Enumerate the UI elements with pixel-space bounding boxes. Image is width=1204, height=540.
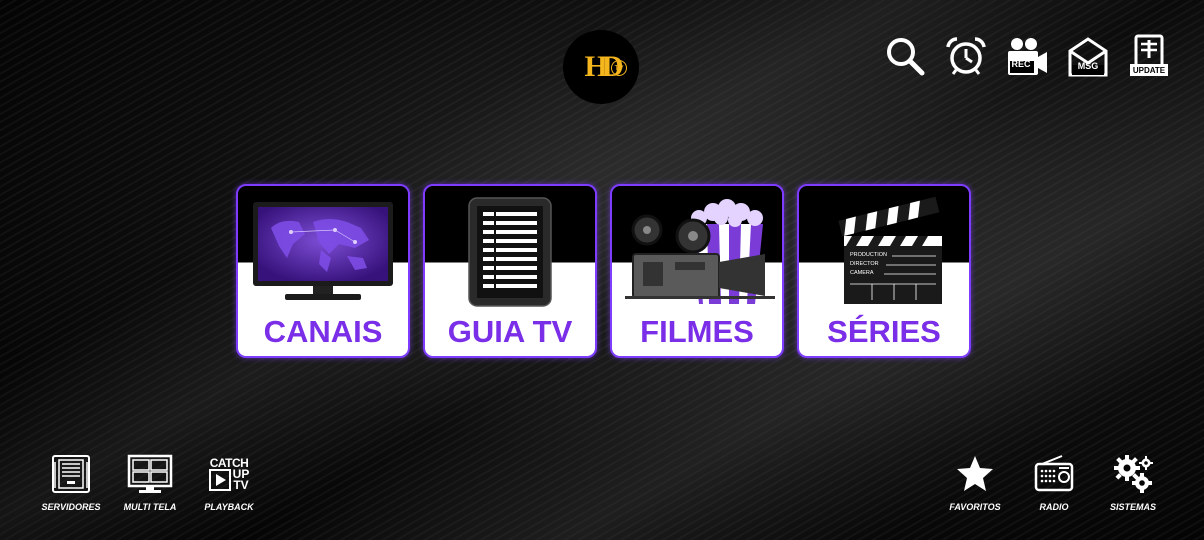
tile-guia-tv-label: GUIA TV [447,314,573,349]
clapper-line-3: CAMERA [850,270,874,276]
tile-guia-tv[interactable]: GUIA TV [423,184,597,358]
top-toolbar: REC MSG UPDATE [883,34,1171,78]
tile-series-label: SÉRIES [827,314,941,349]
tile-filmes-label: FILMES [640,314,754,349]
rec-label: REC [1011,59,1031,69]
catch-up-tv-icon: CATCH UP TV [194,452,264,496]
msg-label: MSG [1077,61,1099,71]
logo-badge: TV [611,60,627,76]
rec-button[interactable]: REC [1005,34,1049,78]
sistemas-label: SISTEMAS [1109,502,1156,512]
servers-icon [52,455,90,493]
clapperboard-icon: PRODUCTION DIRECTOR CAMERA [799,196,969,308]
alarm-clock-icon [946,37,986,75]
tablet-guide-icon [425,196,595,308]
tile-filmes[interactable]: FILMES [610,184,784,358]
star-icon [957,456,993,491]
tv-text: TV [233,477,249,492]
playback-button[interactable]: CATCH UP TV PLAYBACK [194,452,264,513]
update-label: UPDATE [1132,65,1166,75]
multi-tela-button[interactable]: MULTI TELA [115,452,185,512]
servidores-label: SERVIDORES [41,502,101,512]
tile-series[interactable]: PRODUCTION DIRECTOR CAMERA SÉRIES [797,184,971,358]
msg-button[interactable]: MSG [1066,34,1110,78]
clapper-line-2: DIRECTOR [850,261,879,267]
tv-world-map-icon [238,196,408,308]
app-logo: HD TV [563,30,639,104]
multi-screen-icon [127,454,173,493]
favoritos-button[interactable]: FAVORITOS [940,452,1010,512]
servidores-button[interactable]: SERVIDORES [36,452,106,512]
radio-label: RADIO [1039,502,1069,512]
tile-canais[interactable]: CANAIS [236,184,410,358]
tile-canais-label: CANAIS [263,314,383,349]
search-icon [887,38,925,76]
playback-label: PLAYBACK [204,502,254,512]
sistemas-button[interactable]: SISTEMAS [1098,452,1168,512]
gears-icon [1114,455,1153,493]
radio-icon [1034,455,1074,492]
search-button[interactable] [883,34,927,78]
radio-button[interactable]: RADIO [1019,452,1089,512]
favoritos-label: FAVORITOS [949,502,1001,512]
record-camera-icon [1008,38,1047,75]
alarm-button[interactable] [944,34,988,78]
projector-popcorn-icon [612,196,782,308]
update-button[interactable]: UPDATE [1127,34,1171,78]
clapper-line-1: PRODUCTION [850,252,887,258]
multi-tela-label: MULTI TELA [123,502,177,512]
